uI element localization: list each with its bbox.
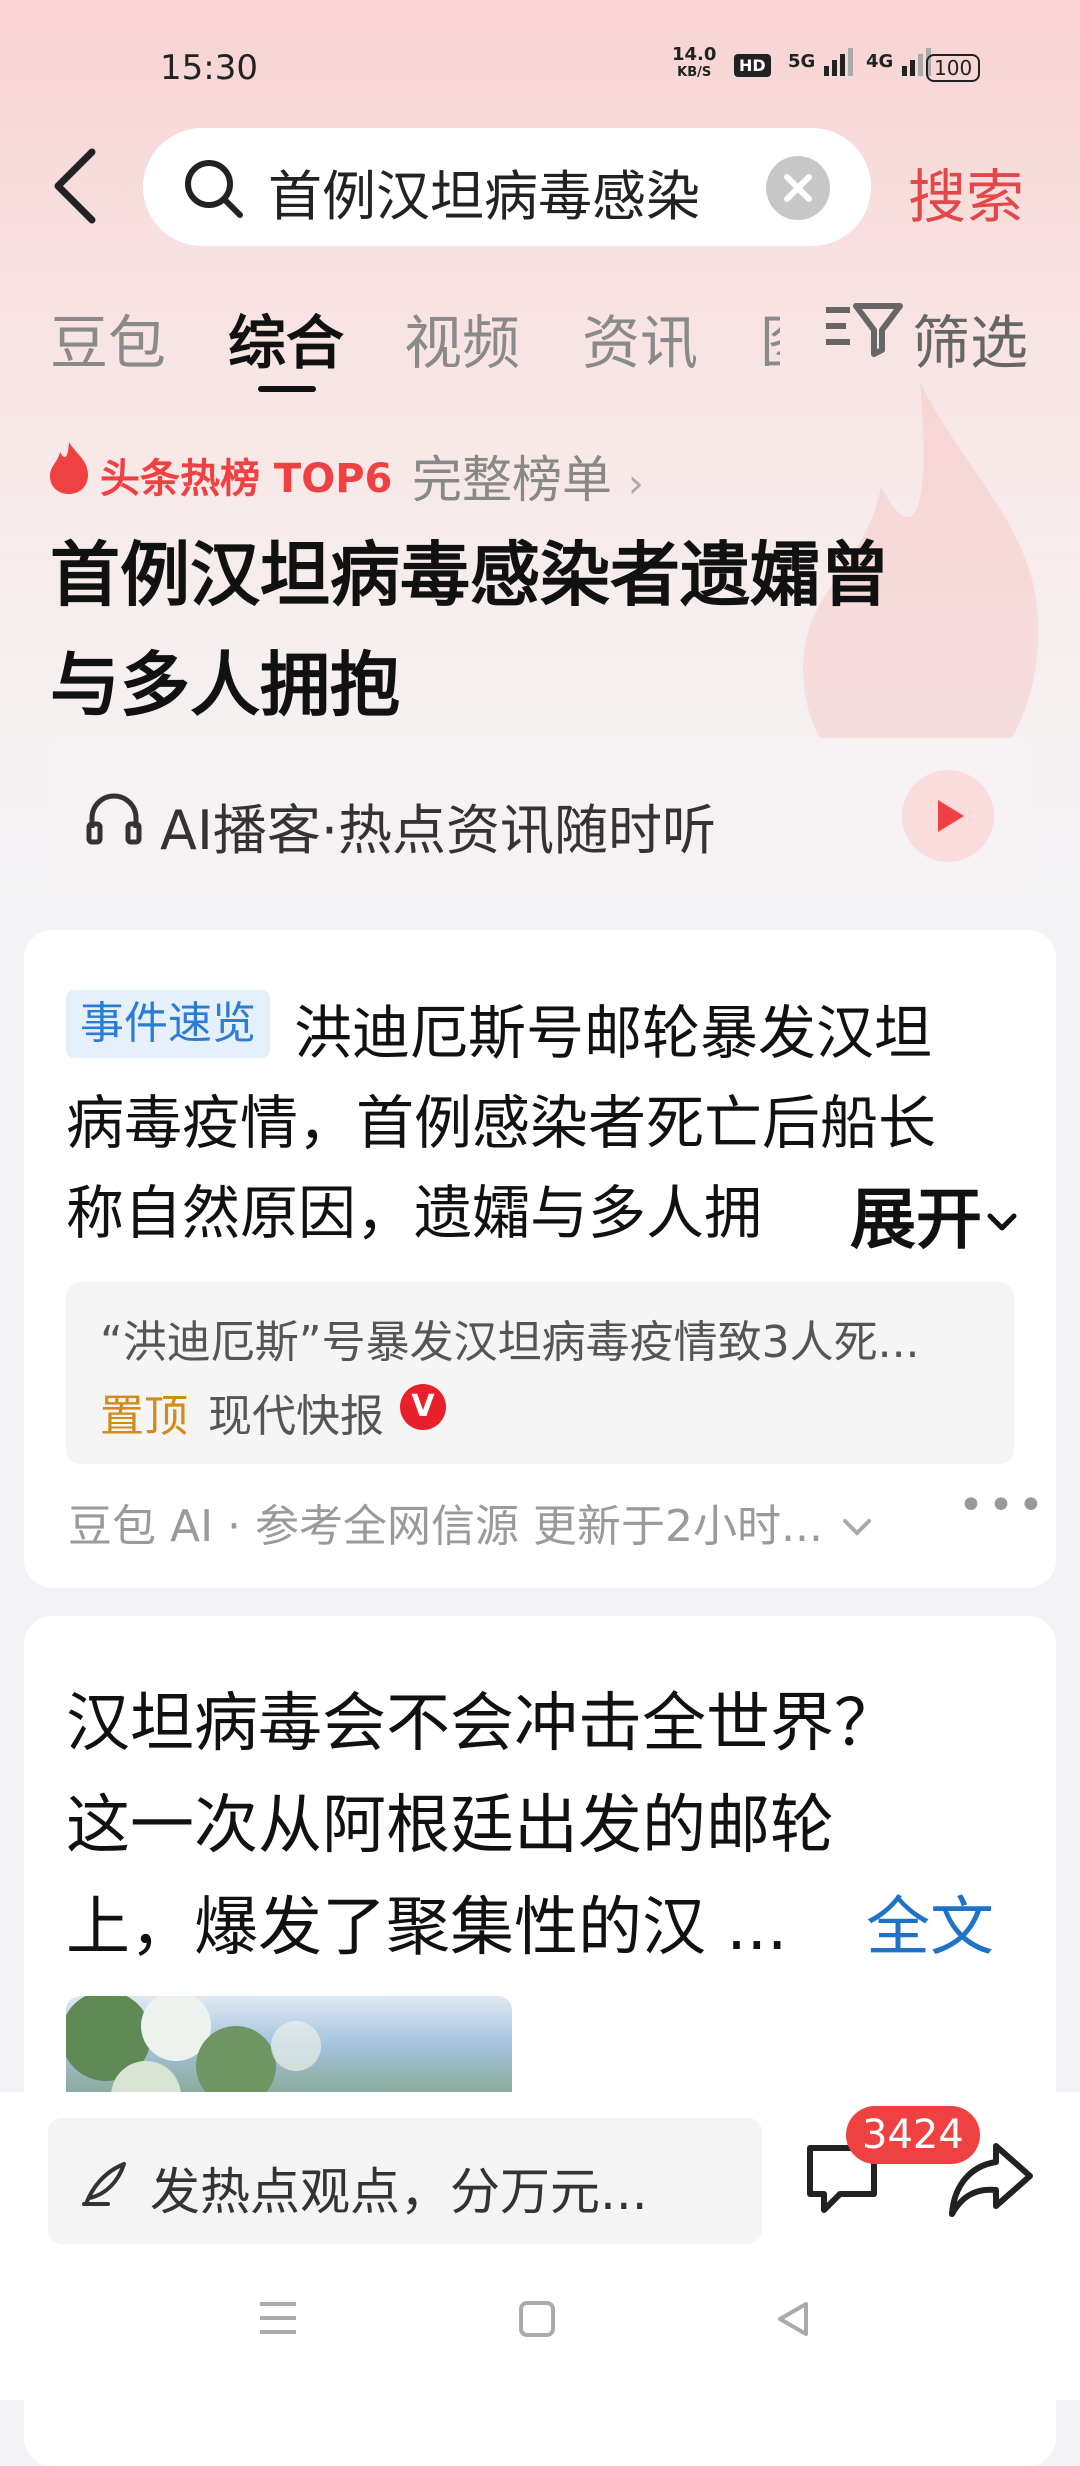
post-line: 上，爆发了聚集性的汉 ... (66, 1891, 788, 1965)
signal-5g-label: 5G (788, 51, 816, 72)
post-line: 汉坦病毒会不会冲击全世界？ (66, 1687, 898, 1761)
play-button[interactable] (902, 770, 994, 862)
tab-video[interactable]: 视频 (404, 296, 520, 380)
play-icon (938, 800, 964, 832)
podcast-label: AI播客·热点资讯随时听 (160, 799, 717, 862)
menu-nav-icon[interactable] (258, 2300, 298, 2336)
expand-button[interactable]: 展开 (810, 1166, 1022, 1262)
search-button[interactable]: 搜索 (908, 150, 1024, 234)
share-icon[interactable] (946, 2138, 1036, 2222)
signal-4g-label: 4G (866, 51, 894, 72)
source-title[interactable]: “洪迪厄斯”号暴发汉坦病毒疫情致3人死... (100, 1306, 920, 1370)
tab-news[interactable]: 资讯 (582, 296, 698, 380)
back-nav-icon[interactable] (774, 2300, 812, 2338)
headphones-icon (86, 793, 142, 845)
ai-source-meta[interactable]: 豆包 AI · 参考全网信源 更新于2小时... (68, 1490, 877, 1554)
active-tab-indicator (258, 386, 316, 392)
pen-icon (82, 2162, 126, 2206)
back-arrow-icon[interactable] (50, 146, 100, 226)
signal-5g-icon: 5G (788, 48, 856, 76)
post-line: 这一次从阿根廷出发的邮轮 (66, 1789, 834, 1863)
tab-doubao[interactable]: 豆包 (50, 296, 166, 380)
signal-4g-icon: 4G (866, 48, 934, 76)
network-speed-unit: KB/S (677, 65, 712, 80)
close-icon (784, 174, 812, 202)
comment-placeholder: 发热点观点，分万元... (150, 2163, 648, 2221)
verified-badge-icon: V (400, 1384, 446, 1430)
chevron-down-icon (987, 1213, 1017, 1231)
summary-line[interactable]: 称自然原因，遗孀与多人拥 (66, 1166, 762, 1250)
clear-search-button[interactable] (766, 156, 830, 220)
filter-button[interactable]: 筛选 (912, 296, 1028, 380)
search-query-text[interactable]: 首例汉坦病毒感染 (268, 152, 700, 231)
tab-image[interactable]: 图 (760, 296, 780, 366)
filter-icon[interactable] (820, 292, 906, 362)
source-name[interactable]: 现代快报 (208, 1380, 384, 1444)
home-nav-icon[interactable] (518, 2300, 556, 2338)
full-text-link[interactable]: 全文 (866, 1876, 994, 1968)
meta-text: 豆包 AI · 参考全网信源 更新于2小时... (68, 1501, 823, 1552)
full-list-label: 完整榜单 (412, 451, 612, 509)
hot-headline[interactable]: 首例汉坦病毒感染者遗孀曾 与多人拥抱 (50, 520, 1010, 740)
chevron-right-icon: › (627, 461, 644, 507)
tab-comprehensive[interactable]: 综合 (228, 296, 344, 380)
hd-icon: HD (734, 54, 771, 77)
more-options-icon[interactable]: ••• (958, 1480, 1048, 1531)
chevron-down-icon (842, 1519, 871, 1536)
summary-line[interactable]: 病毒疫情，首例感染者死亡后船长 (66, 1076, 936, 1160)
network-speed-value: 14.0 (672, 44, 717, 65)
status-time: 15:30 (160, 48, 258, 88)
summary-line[interactable]: 洪迪厄斯号邮轮暴发汉坦 (294, 986, 932, 1070)
fire-icon (50, 442, 88, 494)
full-list-link[interactable]: 完整榜单 › (412, 440, 644, 512)
headline-line: 与多人拥抱 (50, 644, 400, 726)
hot-rank-label[interactable]: 头条热榜 TOP6 (100, 446, 392, 504)
search-icon (185, 160, 243, 218)
event-badge: 事件速览 (66, 990, 270, 1058)
battery-icon: 100 (926, 54, 981, 82)
pinned-tag: 置顶 (100, 1391, 188, 1442)
network-speed: 14.0 KB/S (672, 46, 716, 82)
expand-label: 展开 (850, 1181, 982, 1258)
headline-line: 首例汉坦病毒感染者遗孀曾 (50, 534, 890, 616)
